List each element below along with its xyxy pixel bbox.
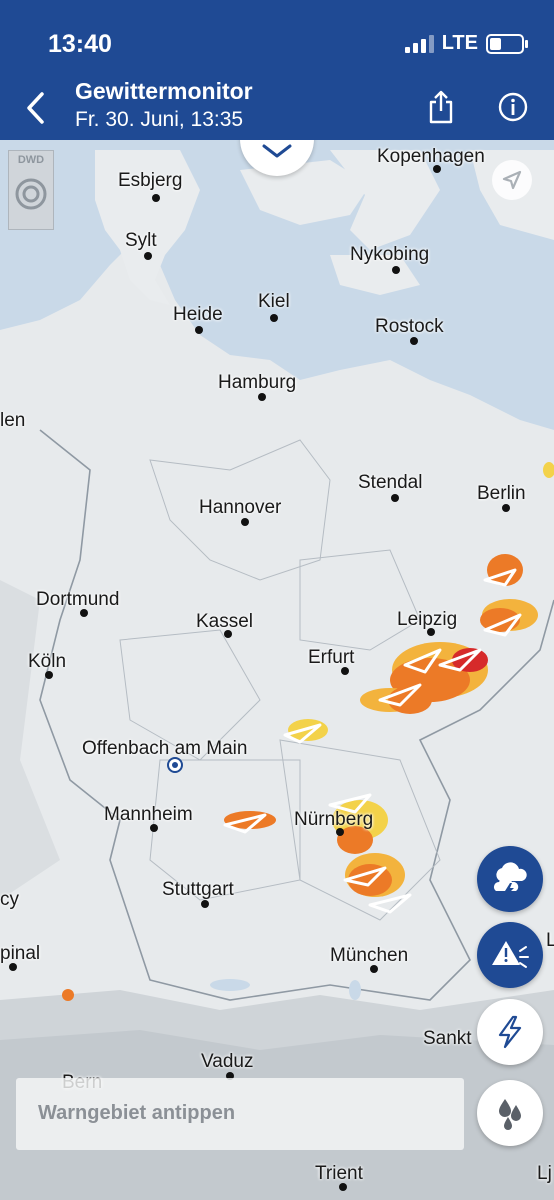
city-label: Erfurt bbox=[308, 647, 355, 668]
back-icon[interactable] bbox=[24, 90, 48, 126]
city-marker bbox=[502, 504, 510, 512]
signal-icon bbox=[404, 34, 434, 53]
city-marker bbox=[433, 165, 441, 173]
city-label: Kopenhagen bbox=[377, 146, 485, 167]
city-label: Kassel bbox=[196, 611, 254, 632]
city-label: Hamburg bbox=[218, 372, 297, 393]
city-marker bbox=[195, 326, 203, 334]
city-marker bbox=[144, 252, 152, 260]
city-label: Sylt bbox=[125, 230, 157, 251]
city-label: Berlin bbox=[477, 483, 526, 504]
city-label: Mannheim bbox=[104, 804, 193, 825]
city-label: Heide bbox=[173, 304, 223, 325]
thunderstorm-layer-icon bbox=[494, 862, 527, 896]
city-label: Sankt bbox=[423, 1028, 472, 1049]
city-marker bbox=[336, 828, 344, 836]
city-marker bbox=[270, 314, 278, 322]
thunderstorm-layer-button[interactable] bbox=[477, 846, 543, 912]
city-label: Leipzig bbox=[397, 609, 458, 630]
lightning-icon bbox=[498, 1015, 522, 1049]
share-icon[interactable] bbox=[428, 90, 454, 124]
city-marker bbox=[80, 609, 88, 617]
warning-layer-button[interactable] bbox=[477, 922, 543, 988]
city-label: Esbjerg bbox=[118, 170, 183, 191]
locate-button[interactable] bbox=[492, 160, 532, 200]
warning-layer-icon bbox=[492, 941, 529, 968]
dwd-swirl-icon bbox=[15, 178, 47, 210]
battery-icon bbox=[486, 33, 528, 54]
city-label: Stendal bbox=[358, 472, 423, 493]
rain-icon bbox=[499, 1099, 521, 1130]
city-marker bbox=[339, 1183, 347, 1191]
city-label: Offenbach am Main bbox=[82, 738, 248, 759]
city-marker bbox=[150, 824, 158, 832]
city-label: Lj bbox=[537, 1163, 552, 1184]
city-label: len bbox=[0, 410, 26, 431]
city-marker bbox=[410, 337, 418, 345]
city-label: cy bbox=[0, 889, 19, 910]
dwd-logo: DWD bbox=[8, 150, 54, 230]
weather-map[interactable]: Kopenhagen Esbjerg Sylt Nykobing Heide K… bbox=[0, 140, 554, 1200]
city-label: pinal bbox=[0, 943, 41, 964]
city-label: L bbox=[546, 930, 554, 951]
city-label: Nykobing bbox=[350, 244, 430, 265]
city-marker bbox=[201, 900, 209, 908]
city-marker bbox=[392, 266, 400, 274]
city-label: Kiel bbox=[258, 291, 290, 312]
city-marker bbox=[258, 393, 266, 401]
city-marker bbox=[224, 630, 232, 638]
city-marker bbox=[370, 965, 378, 973]
city-marker bbox=[45, 671, 53, 679]
city-label: Rostock bbox=[375, 316, 444, 337]
city-label: Nürnberg bbox=[294, 809, 374, 830]
city-marker bbox=[241, 518, 249, 526]
city-label: Dortmund bbox=[36, 589, 120, 610]
city-label: München bbox=[330, 945, 409, 966]
city-marker bbox=[427, 628, 435, 636]
locate-icon bbox=[502, 170, 522, 190]
network-label: LTE bbox=[441, 32, 478, 54]
page-subtitle: Fr. 30. Juni, 13:35 bbox=[75, 108, 244, 131]
app-header: 13:40 LTE Gewittermonitor Fr. 30. Juni, … bbox=[0, 0, 554, 140]
warning-hint-text: Warngebiet antippen bbox=[38, 1102, 236, 1124]
status-time: 13:40 bbox=[48, 30, 112, 58]
city-marker bbox=[341, 667, 349, 675]
city-marker bbox=[9, 963, 17, 971]
city-label: Vaduz bbox=[201, 1051, 254, 1072]
warning-area-hint[interactable]: Warngebiet antippen bbox=[16, 1078, 464, 1150]
page-title: Gewittermonitor bbox=[75, 78, 253, 104]
city-label: Köln bbox=[28, 651, 67, 672]
lightning-layer-button[interactable] bbox=[477, 999, 543, 1065]
city-label: Hannover bbox=[199, 497, 282, 518]
info-icon[interactable] bbox=[498, 92, 528, 122]
city-marker bbox=[391, 494, 399, 502]
city-label: Stuttgart bbox=[162, 879, 234, 900]
status-indicators: LTE bbox=[404, 32, 528, 55]
offenbach-location-marker bbox=[167, 757, 183, 773]
rain-layer-button[interactable] bbox=[477, 1080, 543, 1146]
city-marker bbox=[152, 194, 160, 202]
city-label: Trient bbox=[315, 1163, 363, 1184]
